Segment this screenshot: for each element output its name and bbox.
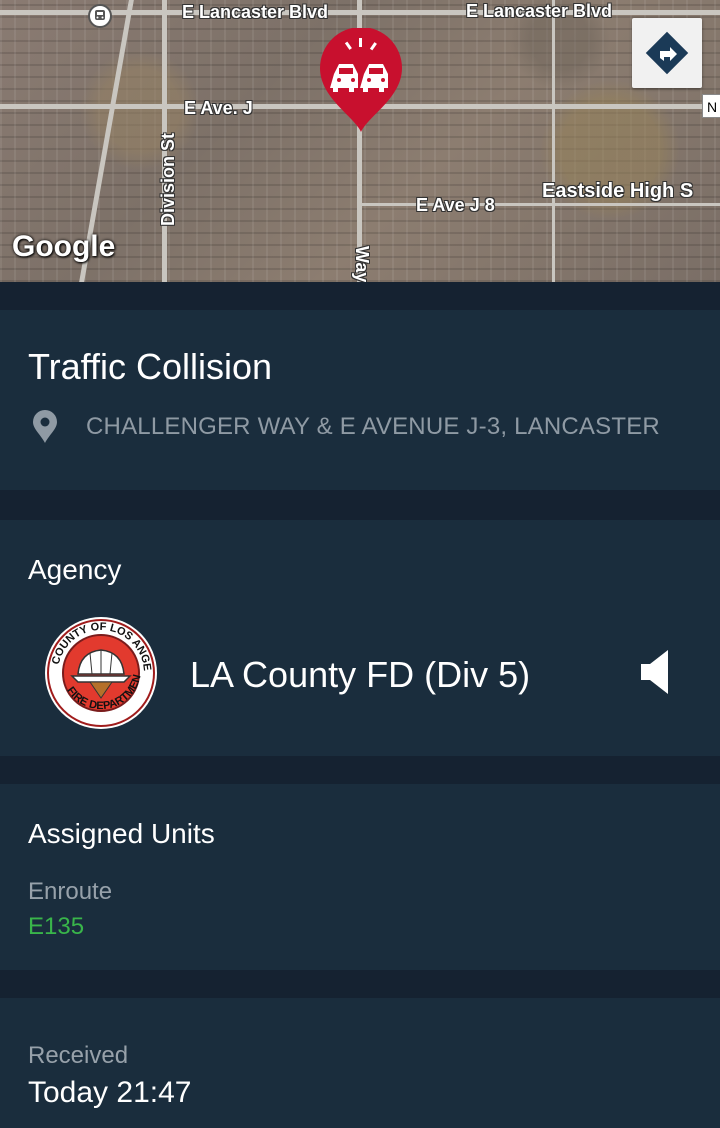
units-heading: Assigned Units bbox=[28, 818, 215, 849]
north-badge: N bbox=[702, 94, 720, 118]
map-label-eastside-high: Eastside High S bbox=[542, 180, 694, 202]
incident-card: Traffic Collision CHALLENGER WAY & E AVE… bbox=[0, 310, 720, 490]
received-time: Today 21:47 bbox=[28, 1076, 192, 1109]
incident-map[interactable]: E Lancaster Blvd E Lancaster Blvd E Ave.… bbox=[0, 0, 720, 282]
map-label-lancaster-east: E Lancaster Blvd bbox=[466, 1, 613, 21]
agency-heading: Agency bbox=[28, 554, 122, 585]
incident-title: Traffic Collision bbox=[28, 346, 273, 387]
incident-location[interactable]: CHALLENGER WAY & E AVENUE J-3, LANCASTER bbox=[32, 410, 660, 444]
speaker-icon[interactable] bbox=[640, 648, 670, 696]
train-icon bbox=[88, 4, 112, 28]
agency-name: LA County FD (Div 5) bbox=[190, 654, 531, 695]
map-label-way: Way bbox=[352, 246, 372, 282]
units-card: Assigned Units Enroute E135 bbox=[0, 784, 720, 970]
road-ave-j8 bbox=[360, 203, 720, 206]
map-label-lancaster-west: E Lancaster Blvd bbox=[182, 2, 329, 22]
map-label-ave-j8: E Ave J 8 bbox=[416, 195, 495, 215]
map-label-ave-j: E Ave. J bbox=[184, 98, 253, 118]
received-label: Received bbox=[28, 1042, 129, 1069]
received-card: Received Today 21:47 bbox=[0, 998, 720, 1128]
incident-address: CHALLENGER WAY & E AVENUE J-3, LANCASTER bbox=[86, 413, 660, 440]
car-collision-icon[interactable] bbox=[316, 27, 406, 136]
google-attribution: Google bbox=[12, 230, 116, 263]
la-county-fire-department-seal: COUNTY OF LOS ANGELES FIRE DEPARTMENT bbox=[40, 607, 158, 730]
road-east bbox=[552, 0, 555, 282]
unit-id[interactable]: E135 bbox=[28, 913, 84, 941]
directions-button[interactable] bbox=[632, 18, 702, 88]
map-label-division-st: Division St bbox=[158, 132, 178, 226]
agency-card: Agency COUNTY OF LOS ANGELES FIRE DEPART… bbox=[0, 520, 720, 756]
unit-status-label: Enroute bbox=[28, 878, 113, 905]
location-pin-icon bbox=[33, 410, 57, 443]
directions-icon bbox=[645, 31, 689, 75]
